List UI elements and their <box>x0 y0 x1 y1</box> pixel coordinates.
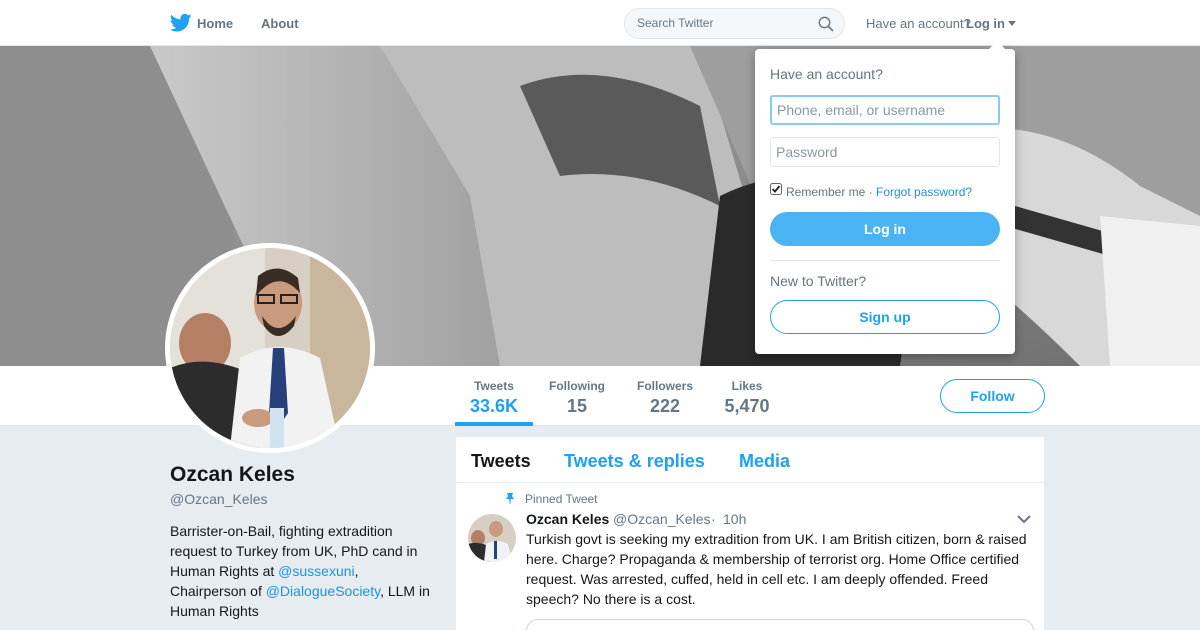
avatar-image <box>170 248 370 448</box>
profile-handle: @Ozcan_Keles <box>170 491 268 507</box>
bio-link-sussexuni[interactable]: @sussexuni <box>278 563 354 579</box>
chevron-down-icon[interactable] <box>1017 515 1031 524</box>
search-input[interactable]: Search Twitter <box>637 16 713 30</box>
tweet-media-card[interactable] <box>526 619 1034 630</box>
stat-followers[interactable]: Followers 222 <box>636 379 694 417</box>
tweet-timestamp[interactable]: 10h <box>723 511 746 527</box>
stat-value: 15 <box>566 396 588 416</box>
have-account-text: Have an account? <box>866 16 971 31</box>
caret-down-icon[interactable] <box>1008 21 1016 26</box>
tab-media[interactable]: Media <box>739 451 790 472</box>
top-nav-bar: Home About Search Twitter Have an accoun… <box>0 0 1200 46</box>
pin-icon <box>506 493 514 504</box>
stat-likes[interactable]: Likes 5,470 <box>724 379 770 417</box>
timeline: Tweets Tweets & replies Media Pinned Twe… <box>456 437 1044 630</box>
profile-avatar[interactable] <box>165 243 375 453</box>
stat-tweets[interactable]: Tweets 33.6K <box>470 379 518 417</box>
nav-about-link[interactable]: About <box>261 16 299 31</box>
pinned-tweet-label: Pinned Tweet <box>525 492 598 506</box>
profile-bio: Barrister-on-Bail, fighting extradition … <box>170 521 430 621</box>
timeline-tabs: Tweets Tweets & replies Media <box>456 437 1044 483</box>
active-stat-underline <box>455 422 533 426</box>
dropdown-divider <box>770 260 1000 261</box>
search-box[interactable]: Search Twitter <box>624 8 845 39</box>
new-to-twitter-text: New to Twitter? <box>770 273 867 289</box>
stat-value: 5,470 <box>724 396 770 416</box>
tab-tweets[interactable]: Tweets <box>471 451 531 472</box>
twitter-bird-icon[interactable] <box>170 13 192 33</box>
login-dropdown: Have an account? Remember me · Forgot pa… <box>755 49 1015 354</box>
stat-label: Likes <box>731 379 763 393</box>
stat-value: 222 <box>649 396 681 416</box>
login-button[interactable]: Log in <box>770 212 1000 246</box>
login-dropdown-toggle[interactable]: Log in <box>966 16 1005 31</box>
nav-home-link[interactable]: Home <box>197 16 233 31</box>
follow-button[interactable]: Follow <box>940 379 1045 413</box>
stat-value: 33.6K <box>470 396 519 416</box>
tweet-author-handle[interactable]: @Ozcan_Keles <box>613 511 710 527</box>
search-icon[interactable] <box>818 16 834 32</box>
password-field[interactable] <box>770 137 1000 167</box>
forgot-password-link[interactable]: Forgot password? <box>876 185 972 199</box>
username-field[interactable] <box>770 95 1000 125</box>
dropdown-title: Have an account? <box>770 66 883 82</box>
tweet-author-name[interactable]: Ozcan Keles <box>526 511 609 527</box>
tab-tweets-replies[interactable]: Tweets & replies <box>564 451 705 472</box>
bio-link-dialoguesociety[interactable]: @DialogueSociety <box>266 583 380 599</box>
signup-button[interactable]: Sign up <box>770 300 1000 334</box>
tweet-separator: · <box>711 511 716 527</box>
remember-me-label: Remember me · <box>786 185 873 199</box>
stat-label: Following <box>549 379 605 393</box>
profile-name: Ozcan Keles <box>170 463 295 486</box>
tweet-avatar[interactable] <box>468 514 516 562</box>
stat-following[interactable]: Following 15 <box>548 379 606 417</box>
tweet-text: Turkish govt is seeking my extradition f… <box>526 531 1027 607</box>
stat-label: Followers <box>636 379 693 393</box>
stat-label: Tweets <box>474 379 514 393</box>
dropdown-caret <box>988 41 1006 50</box>
remember-me-checkbox[interactable] <box>770 183 782 195</box>
